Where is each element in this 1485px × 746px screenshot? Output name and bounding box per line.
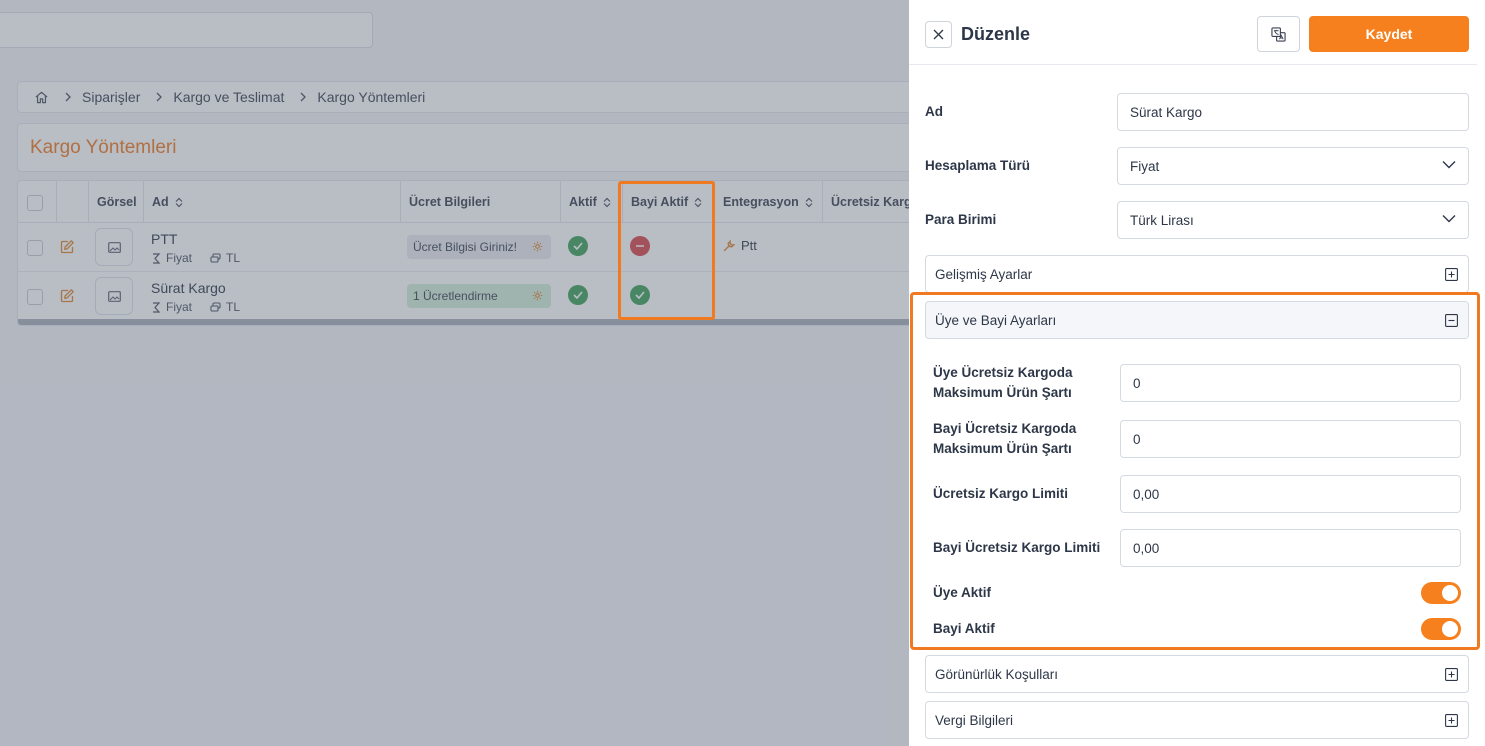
hesaplama-turu-select[interactable]: Fiyat: [1117, 147, 1469, 185]
section-gelismis-ayarlar[interactable]: Gelişmiş Ayarlar: [925, 255, 1469, 293]
translate-button[interactable]: [1257, 16, 1300, 52]
panel-title: Düzenle: [961, 24, 1031, 44]
section-title: Gelişmiş Ayarlar: [935, 266, 1033, 282]
section-gorunurluk-kosullari[interactable]: Görünürlük Koşulları: [925, 655, 1469, 693]
highlight-uye-bayi-section: [910, 292, 1480, 650]
close-button[interactable]: [925, 21, 952, 48]
close-icon: [933, 29, 944, 40]
chevron-down-icon: [1442, 160, 1456, 169]
expand-icon[interactable]: [1445, 668, 1458, 681]
select-value: Fiyat: [1130, 158, 1160, 174]
section-vergi-bilgileri[interactable]: Vergi Bilgileri: [925, 701, 1469, 739]
select-value: Türk Lirası: [1130, 212, 1194, 228]
para-birimi-label: Para Birimi: [925, 212, 997, 227]
chevron-down-icon: [1442, 214, 1456, 223]
save-button[interactable]: Kaydet: [1309, 16, 1469, 52]
modal-backdrop[interactable]: [0, 0, 909, 746]
expand-icon[interactable]: [1445, 268, 1458, 281]
expand-icon[interactable]: [1445, 714, 1458, 727]
highlight-bayi-aktif-column: [618, 181, 715, 320]
hesaplama-turu-label: Hesaplama Türü: [925, 158, 1031, 173]
translate-icon: [1271, 26, 1286, 42]
panel-header: Düzenle Kaydet: [909, 0, 1477, 65]
ad-label: Ad: [925, 104, 943, 119]
ad-input[interactable]: [1117, 93, 1469, 131]
section-title: Vergi Bilgileri: [935, 712, 1014, 728]
para-birimi-select[interactable]: Türk Lirası: [1117, 201, 1469, 239]
section-title: Görünürlük Koşulları: [935, 666, 1059, 682]
